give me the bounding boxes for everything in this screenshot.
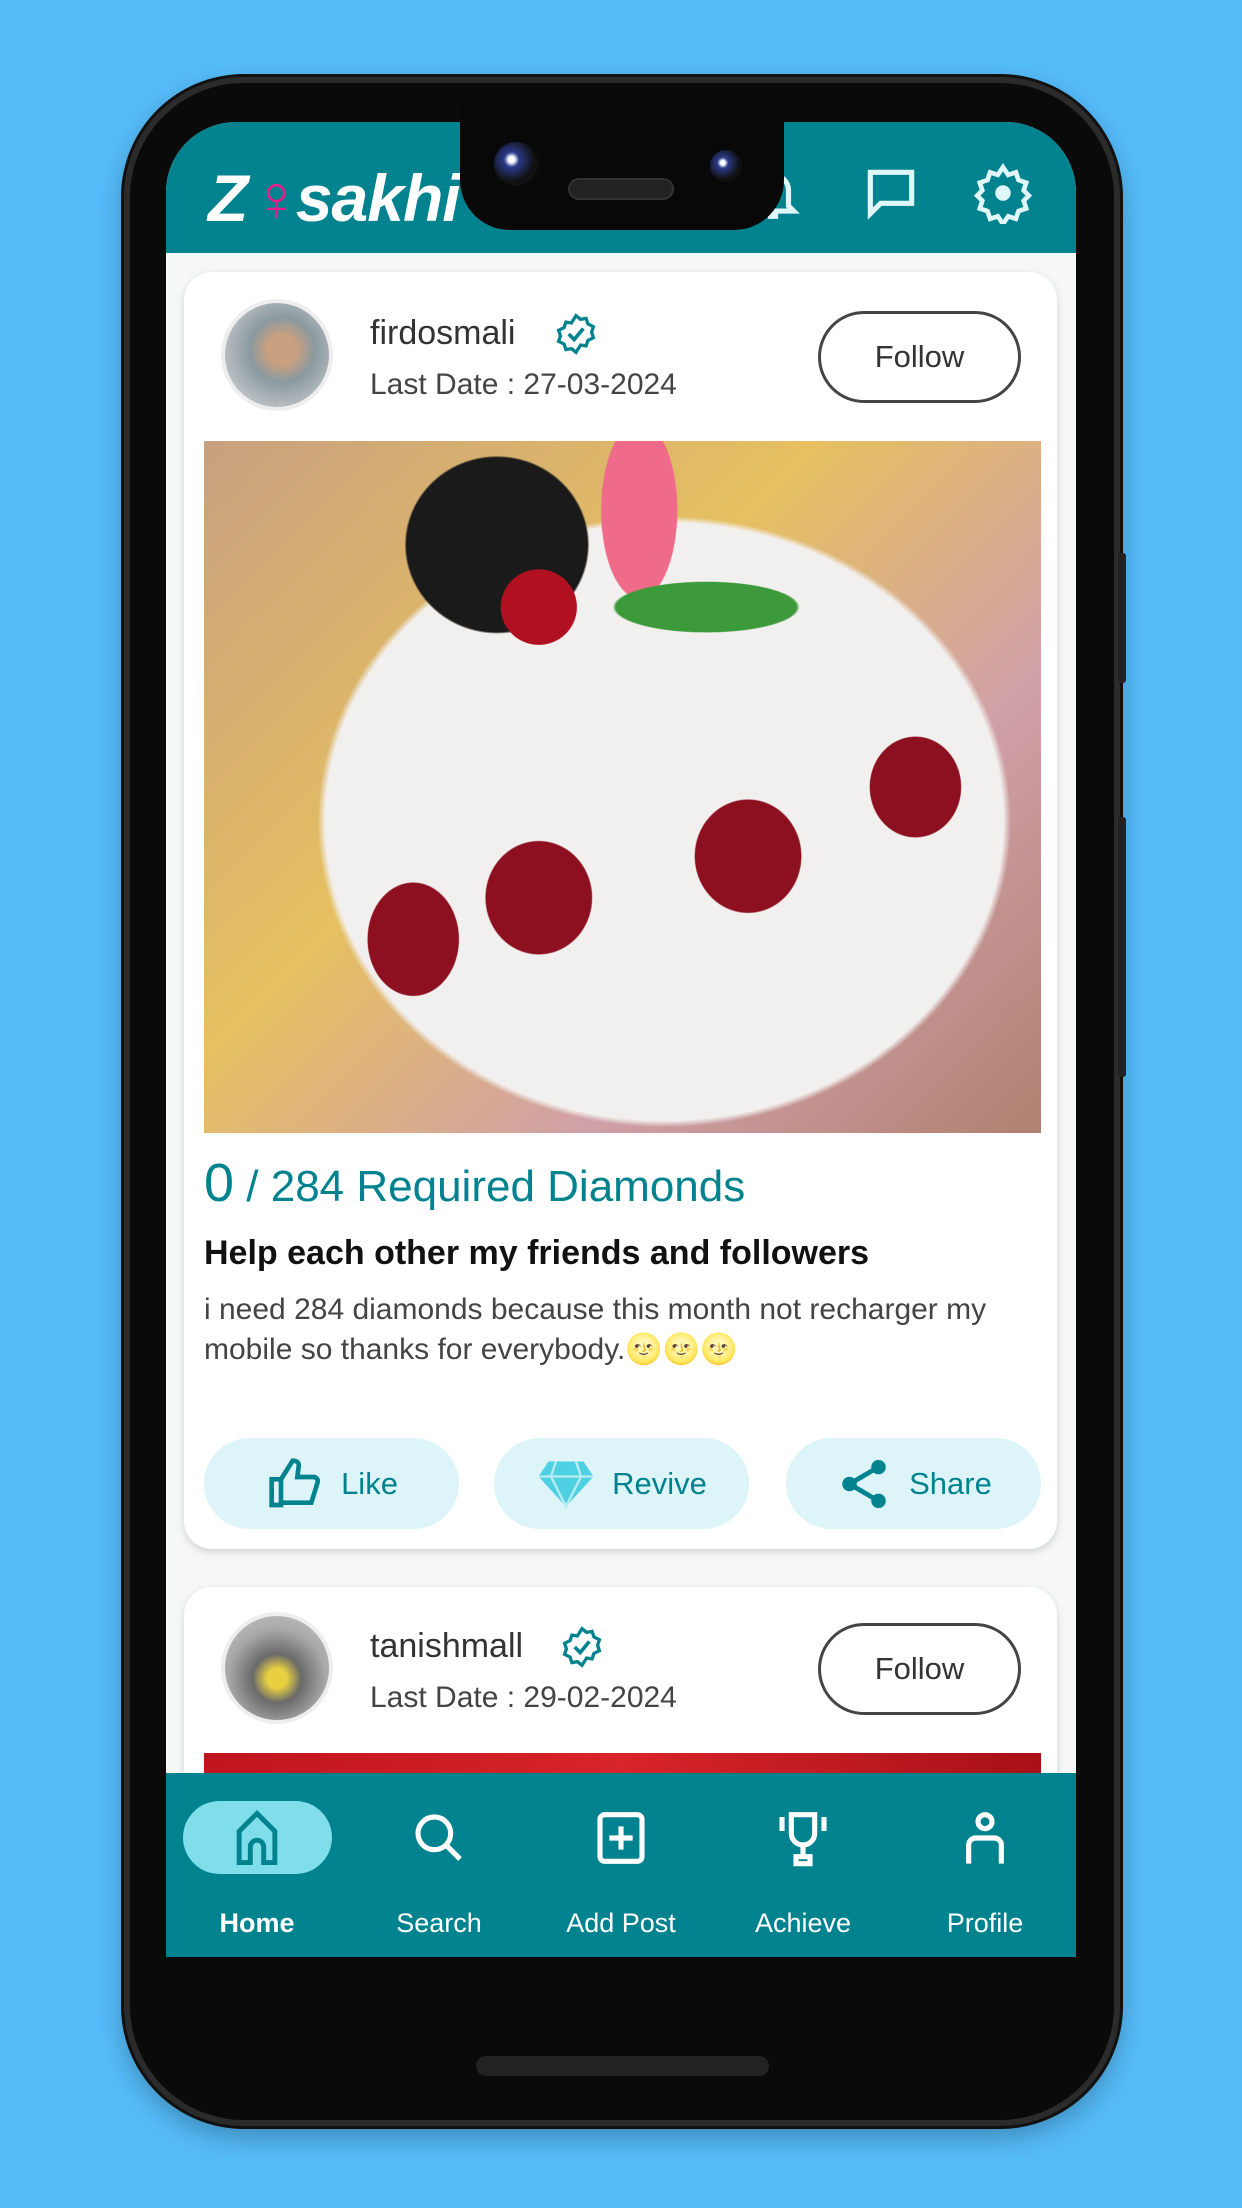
diamond-icon <box>538 1460 594 1509</box>
nav-achieve[interactable]: Achieve <box>712 1801 894 1939</box>
post-card: firdosmali Last Date : 27-03-2024 Follow… <box>184 272 1057 1549</box>
nav-home[interactable]: Home <box>166 1801 348 1939</box>
username[interactable]: firdosmali <box>370 314 515 353</box>
like-label: Like <box>341 1465 398 1501</box>
screen: Z♀sakhi firdosmali Last Date : 27-03-202… <box>166 122 1076 1992</box>
profile-icon <box>966 1811 1004 1864</box>
bottom-nav: Home Search Add Post Achieve Profile <box>166 1773 1076 1957</box>
nav-label: Home <box>219 1908 295 1938</box>
share-label: Share <box>909 1465 992 1501</box>
avatar[interactable] <box>221 1612 333 1724</box>
home-icon <box>236 1809 278 1865</box>
nav-add-post[interactable]: Add Post <box>530 1801 712 1939</box>
system-bar <box>166 1957 1076 1992</box>
thumbs-up-icon <box>269 1457 321 1507</box>
verified-icon <box>556 313 596 355</box>
gear-icon[interactable] <box>972 162 1034 224</box>
post-description: i need 284 diamonds because this month n… <box>204 1293 987 1366</box>
required-diamonds: / 284 Required Diamonds <box>246 1162 746 1211</box>
nav-search[interactable]: Search <box>348 1801 530 1939</box>
nav-label: Profile <box>946 1908 1024 1938</box>
avatar[interactable] <box>221 299 333 411</box>
add-post-icon <box>597 1811 645 1864</box>
gesture-bar[interactable] <box>476 2056 769 2076</box>
follow-button[interactable]: Follow <box>818 1623 1021 1715</box>
phone-volume-button <box>1118 817 1126 1077</box>
app-logo: Z♀sakhi <box>208 161 461 235</box>
chat-icon[interactable] <box>860 162 922 224</box>
sensor <box>710 150 742 182</box>
share-button[interactable]: Share <box>786 1438 1041 1529</box>
last-date: Last Date : 27-03-2024 <box>370 368 677 401</box>
earpiece <box>568 178 674 200</box>
username[interactable]: tanishmall <box>370 1627 523 1666</box>
camera-notch <box>460 100 784 230</box>
received-diamonds: 0 <box>204 1153 235 1213</box>
nav-label: Achieve <box>754 1908 852 1938</box>
phone-side-button <box>1118 553 1126 683</box>
like-button[interactable]: Like <box>204 1438 459 1529</box>
diamond-progress: 0 / 284 Required Diamonds <box>204 1152 745 1214</box>
nav-profile[interactable]: Profile <box>894 1801 1076 1939</box>
front-camera <box>494 142 538 186</box>
post-image[interactable] <box>204 441 1041 1133</box>
revive-button[interactable]: Revive <box>494 1438 749 1529</box>
revive-label: Revive <box>612 1465 707 1501</box>
nav-label: Search <box>396 1908 482 1938</box>
search-icon <box>415 1813 462 1861</box>
trophy-icon <box>779 1811 827 1866</box>
follow-button[interactable]: Follow <box>818 311 1021 403</box>
post-title: Help each other my friends and followers <box>204 1234 870 1272</box>
nav-label: Add Post <box>566 1908 676 1938</box>
share-icon <box>842 1459 886 1508</box>
verified-icon <box>562 1626 602 1668</box>
last-date: Last Date : 29-02-2024 <box>370 1681 677 1714</box>
